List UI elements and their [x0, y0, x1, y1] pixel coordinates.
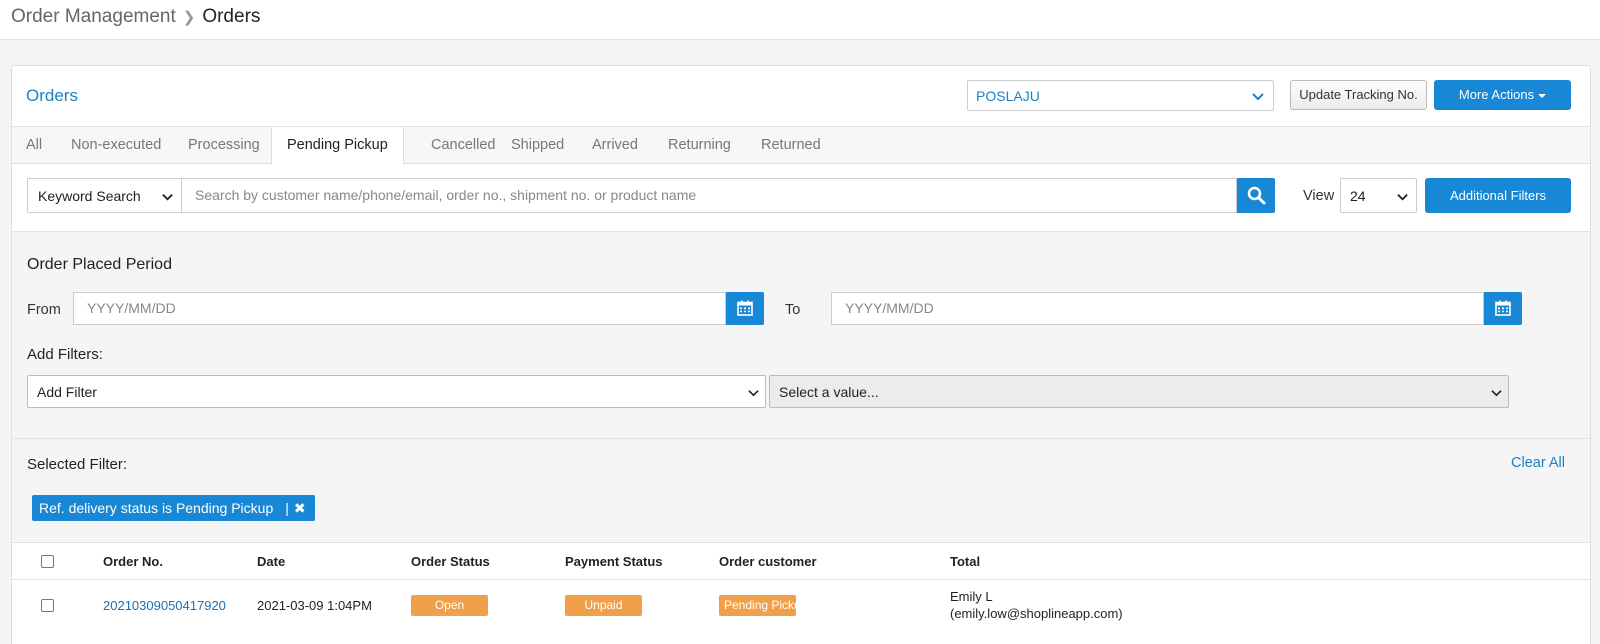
search-row: Keyword Search Search by customer name/p…: [12, 164, 1590, 232]
top-bar: Order Management ❯ Orders: [0, 0, 1600, 40]
clear-all-link[interactable]: Clear All: [1511, 455, 1565, 471]
carrier-select-value: POSLAJU: [976, 88, 1040, 104]
to-calendar-button[interactable]: [1484, 292, 1522, 325]
more-actions-label: More Actions: [1458, 87, 1535, 102]
from-label: From: [27, 302, 61, 318]
search-input[interactable]: Search by customer name/phone/email, ord…: [181, 178, 1237, 213]
add-filters-title: Add Filters:: [27, 346, 103, 363]
to-date-input[interactable]: YYYY/MM/DD: [831, 292, 1484, 325]
filter-value-placeholder: Select a value...: [779, 384, 879, 400]
tab-non-executed[interactable]: Non-executed: [71, 127, 161, 164]
header-order-status: Order Status: [411, 554, 490, 569]
search-type-select[interactable]: Keyword Search: [27, 178, 181, 213]
additional-filters-button[interactable]: Additional Filters: [1425, 178, 1571, 213]
tab-returned[interactable]: Returned: [761, 127, 821, 164]
add-filter-value: Add Filter: [37, 384, 97, 400]
caret-down-icon: [1538, 93, 1547, 98]
search-icon: [1247, 186, 1266, 205]
chevron-down-icon: [162, 194, 173, 201]
filter-chip-label: Ref. delivery status is Pending Pickup: [39, 500, 274, 516]
header-order-no: Order No.: [103, 554, 163, 569]
chevron-down-icon: [1491, 390, 1502, 397]
filter-chip-divider: |: [285, 500, 289, 516]
breadcrumb: Order Management ❯ Orders: [11, 6, 260, 28]
header-order-customer: Order customer: [719, 554, 817, 569]
order-number-link[interactable]: 20210309050417920: [103, 598, 226, 613]
chevron-down-icon: [748, 390, 759, 397]
tab-shipped[interactable]: Shipped: [511, 127, 564, 164]
orders-table-header: Order No. Date Order Status Payment Stat…: [12, 543, 1590, 580]
remove-filter-icon[interactable]: ✖: [294, 501, 306, 515]
tab-all[interactable]: All: [26, 127, 42, 164]
header-payment-status: Payment Status: [565, 554, 663, 569]
order-status-badge: Open: [411, 595, 488, 616]
tab-pending-pickup[interactable]: Pending Pickup: [271, 127, 404, 165]
page-size-value: 24: [1350, 188, 1366, 204]
header-total: Total: [950, 554, 981, 569]
selected-filter-title: Selected Filter:: [27, 456, 128, 473]
from-date-input[interactable]: YYYY/MM/DD: [73, 292, 726, 325]
orders-card: Orders POSLAJU Update Tracking No. More …: [11, 65, 1591, 644]
customer-email: (emily.low@shoplineapp.com): [950, 606, 1123, 621]
filter-value-select[interactable]: Select a value...: [769, 375, 1509, 408]
row-checkbox[interactable]: [41, 599, 54, 612]
from-calendar-button[interactable]: [726, 292, 764, 325]
breadcrumb-current: Orders: [202, 6, 261, 27]
tab-cancelled[interactable]: Cancelled: [431, 127, 496, 164]
to-label: To: [785, 302, 801, 318]
status-tabs: All Non-executed Processing Pending Pick…: [12, 126, 1590, 165]
search-button[interactable]: [1237, 178, 1275, 213]
calendar-icon: [737, 300, 753, 316]
header-date: Date: [257, 554, 286, 569]
page-size-select[interactable]: 24: [1340, 178, 1417, 213]
card-header: Orders POSLAJU Update Tracking No. More …: [12, 66, 1590, 127]
delivery-status-badge: Pending Pickup: [719, 595, 796, 616]
chevron-down-icon: [1397, 194, 1408, 201]
add-filter-select[interactable]: Add Filter: [27, 375, 766, 408]
tab-arrived[interactable]: Arrived: [592, 127, 638, 164]
carrier-select[interactable]: POSLAJU: [967, 80, 1274, 111]
customer-name: Emily L: [950, 589, 993, 604]
page-title: Orders: [26, 86, 78, 105]
filters-panel: Order Placed Period From YYYY/MM/DD To Y…: [12, 232, 1590, 439]
breadcrumb-separator-icon: ❯: [182, 9, 196, 26]
breadcrumb-parent[interactable]: Order Management: [11, 6, 176, 28]
chevron-down-icon: [1252, 93, 1264, 101]
tab-processing[interactable]: Processing: [188, 127, 260, 164]
more-actions-button[interactable]: More Actions: [1434, 80, 1571, 110]
selected-filter-panel: Selected Filter: Clear All Ref. delivery…: [12, 439, 1590, 543]
select-all-checkbox[interactable]: [41, 555, 54, 568]
view-label: View: [1303, 188, 1335, 204]
order-date: 2021-03-09 1:04PM: [257, 598, 372, 613]
update-tracking-button[interactable]: Update Tracking No.: [1290, 80, 1427, 110]
payment-status-badge: Unpaid: [565, 595, 642, 616]
table-row[interactable]: 20210309050417920 2021-03-09 1:04PM Open…: [12, 580, 1590, 632]
filter-chip: Ref. delivery status is Pending Pickup |…: [32, 495, 315, 521]
tab-returning[interactable]: Returning: [668, 127, 731, 164]
search-type-value: Keyword Search: [38, 188, 141, 204]
order-placed-period-title: Order Placed Period: [27, 256, 172, 273]
calendar-icon: [1495, 300, 1511, 316]
